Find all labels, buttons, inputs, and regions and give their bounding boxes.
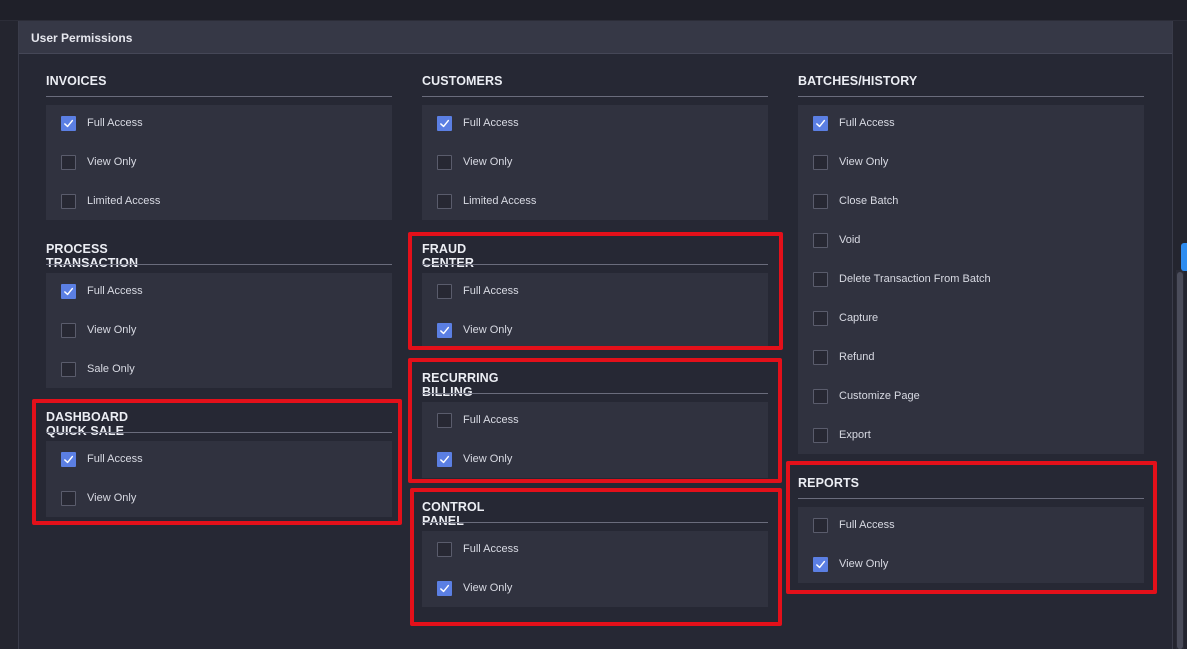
section-divider [422,96,768,97]
option-view-only[interactable]: View Only [61,153,136,171]
checkbox-checked[interactable] [61,283,76,299]
section-title: PROCESS TRANSACTION [46,242,139,270]
section-divider [46,264,392,265]
option-full-access[interactable]: Full Access [813,114,895,132]
option-limited-access[interactable]: Limited Access [437,192,536,210]
checkmark-icon [63,118,74,129]
option-label: Delete Transaction From Batch [839,273,991,285]
checkbox-unchecked[interactable] [813,193,828,209]
option-full-access[interactable]: Full Access [437,114,519,132]
checkbox-unchecked[interactable] [61,193,76,209]
checkmark-icon [815,118,826,129]
section-divider [46,96,392,97]
checkbox-unchecked[interactable] [813,271,828,287]
checkbox-checked[interactable] [437,115,452,131]
option-view-only[interactable]: View Only [813,153,888,171]
checkbox-unchecked[interactable] [437,193,452,209]
panel-header: User Permissions [19,21,1172,54]
option-limited-access[interactable]: Limited Access [61,192,160,210]
scrollbar-thumb[interactable] [1177,272,1183,649]
option-label: Limited Access [87,195,161,207]
panel-title: User Permissions [31,31,133,45]
option-label: View Only [463,156,513,168]
checkbox-unchecked[interactable] [61,154,76,170]
section-title: BATCHES/HISTORY [798,74,918,88]
option-label: Full Access [87,285,143,297]
checkbox-unchecked[interactable] [813,427,828,443]
option-sale-only[interactable]: Sale Only [61,360,135,378]
checkbox-unchecked[interactable] [813,232,828,248]
option-full-access[interactable]: Full Access [61,114,143,132]
checkbox-checked[interactable] [813,115,828,131]
option-close-batch[interactable]: Close Batch [813,192,898,210]
option-label: Customize Page [839,390,920,402]
option-label: View Only [839,156,889,168]
option-label: Full Access [463,117,519,129]
top-strip [0,0,1187,21]
checkbox-unchecked[interactable] [813,349,828,365]
options-box: Full Access View Only Limited Access [46,105,392,220]
checkbox-checked[interactable] [61,115,76,131]
option-export[interactable]: Export [813,426,871,444]
option-label: Void [839,234,861,246]
highlight-dashboard-quick-sale [32,399,402,525]
option-label: Export [839,429,871,441]
checkmark-icon [63,286,74,297]
option-label: View Only [87,324,137,336]
option-label: Refund [839,351,875,363]
option-delete-transaction-from-batch[interactable]: Delete Transaction From Batch [813,270,991,288]
checkbox-unchecked[interactable] [813,154,828,170]
option-label: Sale Only [87,363,135,375]
option-label: View Only [87,156,137,168]
options-box: Full Access View Only Sale Only [46,273,392,388]
option-view-only[interactable]: View Only [61,321,136,339]
options-box: Full Access View Only Close Batch Void Delet… [798,105,1144,454]
options-box: Full Access View Only Limited Access [422,105,768,220]
option-label: Capture [839,312,879,324]
option-label: Limited Access [463,195,537,207]
option-label: Full Access [839,117,895,129]
app-window: User Permissions INVOICES Full Access View… [0,0,1187,649]
checkbox-unchecked[interactable] [61,322,76,338]
highlight-reports [786,461,1157,594]
checkbox-unchecked[interactable] [61,361,76,377]
option-customize-page[interactable]: Customize Page [813,387,920,405]
checkbox-unchecked[interactable] [437,154,452,170]
side-tab-handle[interactable] [1181,243,1187,271]
highlight-fraud-center [408,232,783,350]
option-full-access[interactable]: Full Access [61,282,143,300]
checkbox-unchecked[interactable] [813,388,828,404]
section-divider [798,96,1144,97]
option-void[interactable]: Void [813,231,860,249]
section-title: CUSTOMERS [422,74,503,88]
highlight-control-panel [410,488,782,626]
option-capture[interactable]: Capture [813,309,878,327]
option-label: Close Batch [839,195,899,207]
section-title: INVOICES [46,74,107,88]
option-refund[interactable]: Refund [813,348,874,366]
option-view-only[interactable]: View Only [437,153,512,171]
option-label: Full Access [87,117,143,129]
checkbox-unchecked[interactable] [813,310,828,326]
highlight-recurring-billing [408,358,782,483]
checkmark-icon [439,118,450,129]
